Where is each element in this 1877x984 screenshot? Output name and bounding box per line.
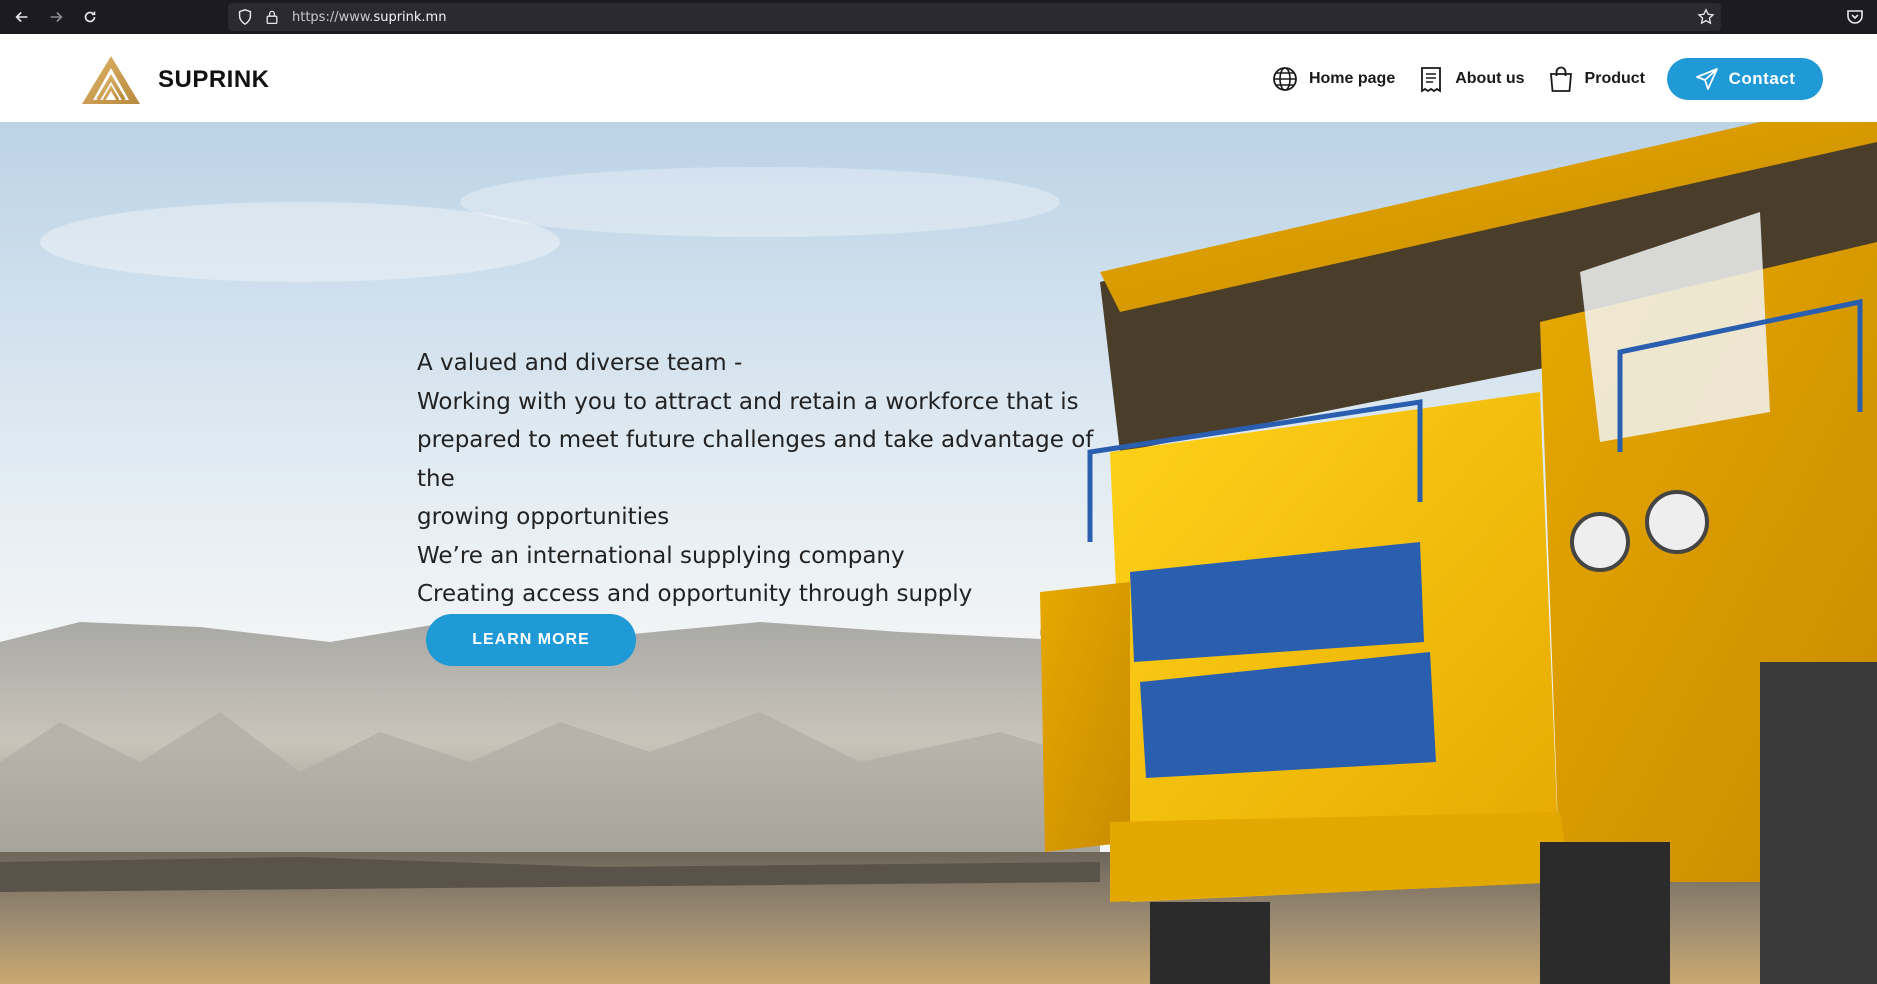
document-icon	[1421, 67, 1442, 93]
address-bar[interactable]: https://www.suprink.mn	[228, 3, 1721, 31]
back-icon[interactable]	[10, 5, 34, 29]
globe-icon	[1273, 67, 1297, 91]
contact-label: Contact	[1728, 69, 1796, 88]
lock-icon[interactable]	[264, 9, 280, 25]
hero-line-5: We’re an international supplying company	[417, 542, 905, 569]
url-text[interactable]: https://www.suprink.mn	[292, 10, 446, 25]
hero-line-1: A valued and diverse team -	[417, 350, 743, 376]
nav-item-product[interactable]: Product	[1547, 65, 1645, 93]
url-domain: suprink.mn	[373, 9, 447, 25]
learn-more-button[interactable]: LEARN MORE	[426, 614, 636, 666]
hero-section: A valued and diverse team - Working with…	[0, 122, 1877, 984]
nav-label-product: Product	[1584, 70, 1645, 87]
browser-toolbar: https://www.suprink.mn	[0, 0, 1877, 34]
hero-line-6: Creating access and opportunity through …	[417, 581, 973, 607]
learn-more-label: LEARN MORE	[472, 631, 590, 648]
hero-line-4: growing opportunities	[417, 504, 670, 530]
reload-icon[interactable]	[78, 5, 102, 29]
hero-text: A valued and diverse team - Working with…	[417, 344, 1137, 614]
nav-item-about-us[interactable]: About us	[1417, 65, 1525, 93]
nav-item-home-page[interactable]: Home page	[1271, 65, 1395, 93]
shield-icon[interactable]	[236, 8, 254, 26]
site-header: SUPRINK Home page About us Product Conta…	[0, 34, 1877, 122]
pocket-icon[interactable]	[1845, 7, 1865, 27]
hero-line-3: prepared to meet future challenges and t…	[417, 427, 1094, 492]
paper-plane-icon	[1695, 68, 1718, 90]
logo-icon[interactable]	[80, 54, 142, 106]
url-prefix: https://www.	[292, 9, 374, 25]
brand-name[interactable]: SUPRINK	[158, 66, 270, 94]
hero-line-2: Working with you to attract and retain a…	[417, 388, 1079, 415]
forward-icon[interactable]	[44, 5, 68, 29]
contact-button[interactable]: Contact	[1667, 58, 1823, 100]
shopping-bag-icon	[1549, 66, 1572, 92]
nav-label-about-us: About us	[1455, 70, 1525, 87]
nav-label-home-page: Home page	[1308, 70, 1396, 87]
bookmark-star-icon[interactable]	[1697, 8, 1715, 26]
main-nav: Home page About us Product Contact	[1249, 58, 1823, 100]
